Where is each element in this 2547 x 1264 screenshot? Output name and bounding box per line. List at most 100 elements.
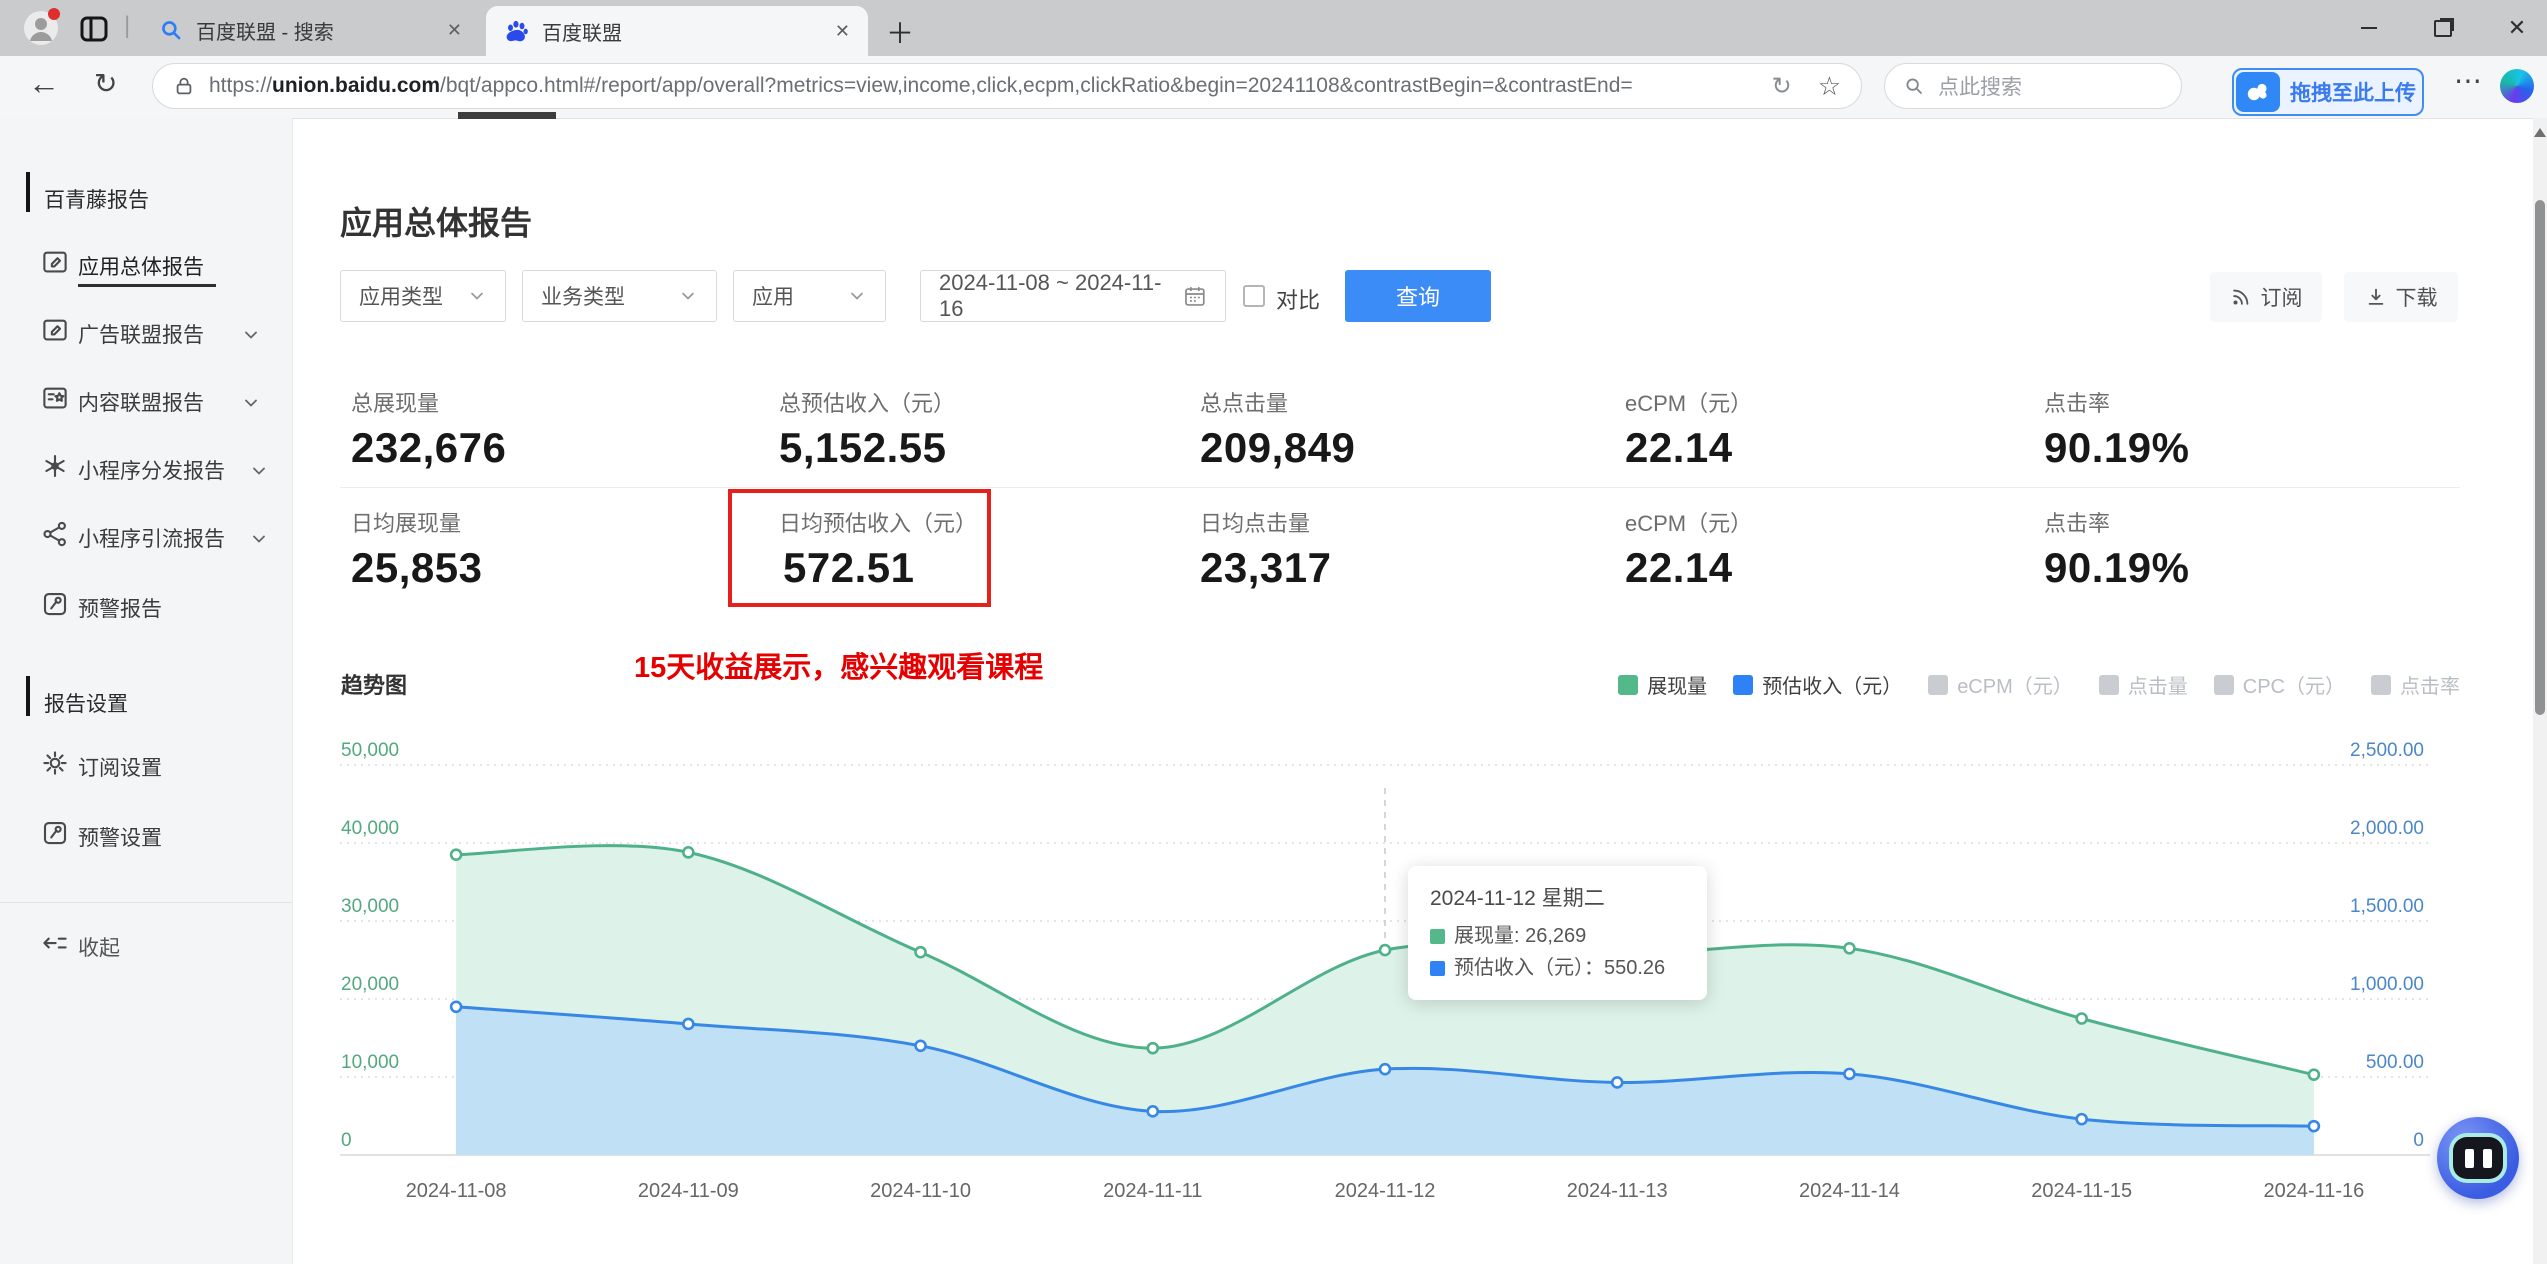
svg-text:2024-11-11: 2024-11-11 <box>1103 1180 1202 1202</box>
tooltip-title: 2024-11-12 星期二 <box>1430 887 1605 910</box>
legend-item-income[interactable]: 预估收入（元） <box>1733 670 1902 699</box>
legend-label: 展现量 <box>1647 676 1708 698</box>
stat-value: 22.14 <box>1625 424 1733 471</box>
compare-checkbox[interactable] <box>1243 285 1265 307</box>
svg-text:2,500.00: 2,500.00 <box>2350 740 2424 761</box>
sidebar-section-settings: 报告设置 <box>44 693 128 716</box>
browser-menu-dots[interactable]: ⋯ <box>2454 64 2482 97</box>
stat-label: 总点击量 <box>1200 391 1289 416</box>
sidebar-item-content-union[interactable] <box>40 383 70 418</box>
business-type-select[interactable]: 业务类型 <box>522 270 717 322</box>
legend-swatch <box>1618 674 1639 695</box>
sidebar-label-mini-traffic[interactable]: 小程序引流报告 <box>78 523 225 553</box>
chevron-down-icon <box>682 292 694 300</box>
svg-text:2,000.00: 2,000.00 <box>2350 818 2424 839</box>
sidebar-item-ad-union[interactable] <box>40 315 70 350</box>
app-type-select[interactable]: 应用类型 <box>340 270 506 322</box>
scrollbar-up-arrow[interactable] <box>2534 128 2546 137</box>
tab-title: 百度联盟 <box>542 22 622 45</box>
minimize-button[interactable] <box>2346 8 2392 48</box>
page-scrollbar-thumb[interactable] <box>2535 200 2545 715</box>
date-range-picker[interactable]: 2024-11-08 ~ 2024-11-16 <box>920 270 1226 322</box>
restore-icon <box>2434 19 2452 37</box>
legend-item-ecpm[interactable]: eCPM（元） <box>1928 670 2073 699</box>
tooltip-row-text: 预估收入（元）：550.26 <box>1454 957 1666 979</box>
compare-label: 对比 <box>1276 288 1321 313</box>
sidebar-collapse-button[interactable] <box>40 928 70 963</box>
app-select[interactable]: 应用 <box>733 270 886 322</box>
sidebar-label-alert-settings[interactable]: 预警设置 <box>78 822 162 852</box>
tab-close-icon[interactable]: ✕ <box>835 21 850 42</box>
svg-text:2024-11-09: 2024-11-09 <box>638 1180 739 1202</box>
business-type-select-label: 业务类型 <box>541 286 625 309</box>
active-underline <box>78 284 216 287</box>
download-button[interactable]: 下载 <box>2344 272 2458 322</box>
netdisk-upload-dropzone[interactable]: 拖拽至此上传 <box>2232 68 2424 116</box>
legend-label: 点击量 <box>2127 676 2188 698</box>
query-button[interactable]: 查询 <box>1345 270 1491 322</box>
svg-text:2024-11-16: 2024-11-16 <box>2263 1180 2364 1202</box>
legend-item-view[interactable]: 展现量 <box>1618 670 1707 699</box>
sidebar-label-app-overall[interactable]: 应用总体报告 <box>78 251 204 281</box>
stat-label: 点击率 <box>2044 511 2111 536</box>
legend-swatch <box>1733 674 1754 695</box>
section-marker <box>26 676 30 716</box>
legend-swatch <box>2098 674 2119 695</box>
tab-union-active[interactable]: 百度联盟 ✕ <box>486 6 868 56</box>
screen: | 百度联盟 - 搜索 ✕ 百度联盟 ✕ ＋ ✕ ← ↻ https://uni… <box>0 0 2547 1264</box>
tooltip-row-text: 展现量: 26,269 <box>1454 925 1587 947</box>
assistant-floating-ball[interactable] <box>2437 1117 2519 1199</box>
close-window-button[interactable]: ✕ <box>2494 8 2540 48</box>
sidebar-item-mini-distribute[interactable] <box>40 451 70 486</box>
workspaces-icon[interactable] <box>80 16 108 42</box>
download-label: 下载 <box>2395 287 2438 310</box>
quick-search-box[interactable]: 点此搜索 <box>1884 63 2182 109</box>
chevron-down-icon[interactable] <box>248 528 270 550</box>
legend-label: eCPM（元） <box>1957 676 2073 698</box>
chevron-down-icon <box>851 292 863 300</box>
restore-button[interactable] <box>2420 8 2466 48</box>
favorite-star-icon[interactable]: ☆ <box>1818 71 1841 102</box>
sidebar-label-subscribe-settings[interactable]: 订阅设置 <box>78 752 162 782</box>
new-tab-button[interactable]: ＋ <box>886 12 914 52</box>
url-text: https://union.baidu.com/bqt/appco.html#/… <box>209 74 1633 97</box>
svg-text:0: 0 <box>2413 1130 2424 1151</box>
legend-item-clickratio[interactable]: 点击率 <box>2371 670 2460 699</box>
svg-text:2024-11-13: 2024-11-13 <box>1567 1180 1668 1202</box>
sidebar-label-ad-union[interactable]: 广告联盟报告 <box>78 319 204 349</box>
mini-distribute-icon <box>45 454 65 478</box>
sidebar-label-content-union[interactable]: 内容联盟报告 <box>78 387 204 417</box>
stat-value: 209,849 <box>1200 424 1356 471</box>
sidebar-item-mini-traffic[interactable] <box>40 519 70 554</box>
reload-button[interactable]: ↻ <box>94 67 117 100</box>
profile-avatar[interactable] <box>24 8 60 45</box>
sidebar-label-mini-distribute[interactable]: 小程序分发报告 <box>78 455 225 485</box>
tab-close-icon[interactable]: ✕ <box>447 20 462 41</box>
legend-item-click[interactable]: 点击量 <box>2098 670 2188 699</box>
date-range-value: 2024-11-08 ~ 2024-11-16 <box>939 270 1162 321</box>
sidebar-label-alert-report[interactable]: 预警报告 <box>78 593 162 623</box>
gear-icon <box>43 751 67 775</box>
sidebar-collapse-label[interactable]: 收起 <box>78 932 120 962</box>
sidebar-item-alert-settings[interactable] <box>40 818 70 853</box>
copilot-icon[interactable] <box>2500 69 2534 103</box>
chevron-down-icon[interactable] <box>248 460 270 482</box>
lock-icon[interactable] <box>173 74 195 98</box>
tab-search[interactable]: 百度联盟 - 搜索 ✕ <box>142 6 478 54</box>
netdisk-icon <box>2236 72 2280 112</box>
stat-value: 5,152.55 <box>779 424 947 471</box>
content-report-icon <box>43 387 67 409</box>
chevron-down-icon[interactable] <box>240 324 262 346</box>
subscribe-button[interactable]: 订阅 <box>2210 272 2322 322</box>
sidebar-item-alert-report[interactable] <box>40 589 70 624</box>
legend-item-cpc[interactable]: CPC（元） <box>2213 670 2345 699</box>
url-bar[interactable]: https://union.baidu.com/bqt/appco.html#/… <box>152 63 1862 109</box>
rss-icon <box>2232 289 2248 305</box>
back-button[interactable]: ← <box>28 65 60 102</box>
stat-value: 22.14 <box>1625 544 1733 591</box>
sidebar-item-app-overall[interactable] <box>40 247 70 282</box>
translate-reload-icon[interactable]: ↻ <box>1772 72 1792 101</box>
legend-label: CPC（元） <box>2242 676 2345 698</box>
chevron-down-icon[interactable] <box>240 392 262 414</box>
sidebar-item-subscribe-settings[interactable] <box>40 748 70 783</box>
